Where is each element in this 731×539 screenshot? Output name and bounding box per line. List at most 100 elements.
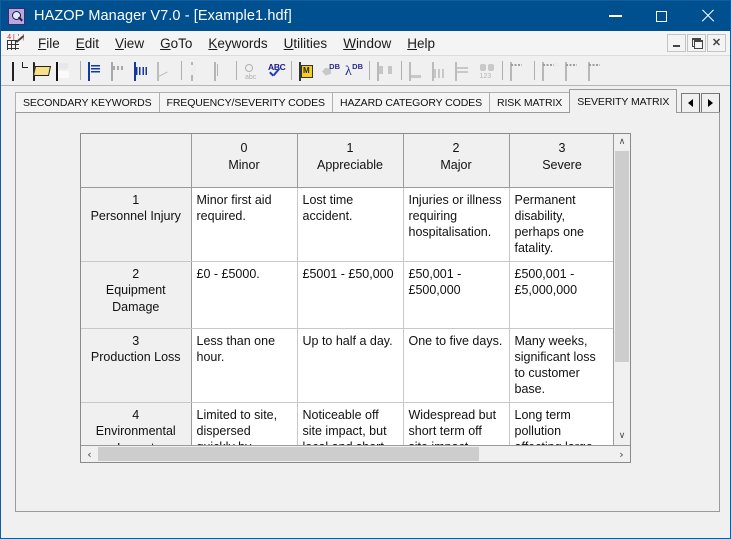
column-header-3[interactable]: 3 Severe <box>509 134 613 188</box>
cell-r2-c3[interactable]: Many weeks, significant loss to customer… <box>509 328 613 403</box>
cell-r3-c0[interactable]: Limited to site, dispersed quickly by na… <box>191 402 298 445</box>
menu-file[interactable]: File <box>30 33 68 54</box>
vertical-scroll-track[interactable] <box>614 151 630 428</box>
cell-r0-c0[interactable]: Minor first aid required. <box>191 187 298 262</box>
cell-r2-c2[interactable]: One to five days. <box>403 328 510 403</box>
horizontal-scrollbar[interactable]: ‹ › <box>81 445 630 462</box>
menu-utilities-mnemonic: U <box>283 35 294 51</box>
range-chart-button <box>452 59 475 82</box>
database-export-button: DB <box>319 59 342 82</box>
maximize-button[interactable] <box>638 1 684 31</box>
column-header-label: Minor <box>228 157 260 172</box>
cell-r1-c0[interactable]: £0 - £5000. <box>191 261 298 329</box>
horizontal-scroll-track[interactable] <box>98 446 613 462</box>
mdi-window-controls: ✕ <box>667 34 726 52</box>
find-button <box>241 59 264 82</box>
table-view-button[interactable] <box>131 59 154 82</box>
bar-chart-icon <box>409 61 411 81</box>
paste-icon <box>214 61 216 81</box>
scroll-up-button[interactable]: ∧ <box>614 134 630 151</box>
tab-risk-matrix[interactable]: RISK MATRIX <box>488 92 571 113</box>
menu-edit-label: dit <box>84 35 100 51</box>
window-vertical-button <box>585 59 608 82</box>
tab-label: SEVERITY MATRIX <box>577 95 670 108</box>
open-file-button[interactable] <box>30 59 53 82</box>
row-header-number: 4 <box>132 407 140 422</box>
table-row: 4 Environmental Impact Limited to site, … <box>81 402 613 445</box>
tab-label: SECONDARY KEYWORDS <box>23 97 152 109</box>
column-header-2[interactable]: 2 Major <box>403 134 510 188</box>
menu-edit[interactable]: Edit <box>68 33 107 54</box>
menu-keywords[interactable]: Keywords <box>200 33 275 54</box>
node-list-button[interactable] <box>85 59 108 82</box>
horizontal-scroll-thumb[interactable] <box>98 447 480 461</box>
cell-r3-c2[interactable]: Widespread but short term off site impac… <box>403 402 510 445</box>
mdi-restore-button[interactable] <box>687 34 706 52</box>
window-cascade-button <box>539 59 562 82</box>
tab-scroll-prev-button[interactable] <box>681 93 700 113</box>
window-horizontal-button <box>562 59 585 82</box>
column-chart-button <box>429 59 452 82</box>
cell-r1-c3[interactable]: £500,001 - £5,000,000 <box>509 261 613 329</box>
cell-r3-c3[interactable]: Long term pollution affecting large area… <box>509 402 613 445</box>
cell-r2-c0[interactable]: Less than one hour. <box>191 328 298 403</box>
row-header-3[interactable]: 4 Environmental Impact <box>81 402 192 445</box>
toolbar-separator <box>534 61 535 80</box>
toolbar: ABC M DB λ DB <box>1 56 730 86</box>
mdi-close-button[interactable]: ✕ <box>707 34 726 52</box>
cell-r3-c1[interactable]: Noticeable off site impact, but local an… <box>297 402 404 445</box>
scroll-left-button[interactable]: ‹ <box>81 446 98 462</box>
tab-severity-matrix[interactable]: SEVERITY MATRIX <box>569 89 678 113</box>
spell-check-button[interactable]: ABC <box>264 59 287 82</box>
save-file-button[interactable] <box>53 59 76 82</box>
cell-r0-c3[interactable]: Permanent disability, perhaps one fatali… <box>509 187 613 262</box>
menu-goto[interactable]: GoTo <box>152 33 200 54</box>
menu-window-label: indow <box>355 35 392 51</box>
new-file-icon <box>12 61 14 81</box>
mdi-minimize-button[interactable] <box>667 34 686 52</box>
row-header-2[interactable]: 3 Production Loss <box>81 328 192 403</box>
tab-scroll-next-button[interactable] <box>701 93 720 113</box>
menu-view[interactable]: View <box>107 33 152 54</box>
table-row: 2 Equipment Damage £0 - £5000. £5001 - £… <box>81 261 613 329</box>
menu-keywords-label: eywords <box>217 35 268 51</box>
menu-window[interactable]: Window <box>335 33 399 54</box>
cell-r1-c2[interactable]: £50,001 - £500,000 <box>403 261 510 329</box>
column-header-1[interactable]: 1 Appreciable <box>297 134 404 188</box>
menu-goto-mnemonic: G <box>160 35 171 51</box>
cell-r1-c1[interactable]: £5001 - £50,000 <box>297 261 404 329</box>
row-header-1[interactable]: 2 Equipment Damage <box>81 261 192 329</box>
menu-help[interactable]: Help <box>399 33 443 54</box>
close-button[interactable] <box>684 1 730 31</box>
report-button[interactable]: M <box>296 59 319 82</box>
tab-frequency-severity-codes[interactable]: FREQUENCY/SEVERITY CODES <box>158 92 333 113</box>
grid-corner-cell[interactable] <box>81 134 192 188</box>
cell-r0-c1[interactable]: Lost time accident. <box>297 187 404 262</box>
toolbar-separator <box>291 61 292 80</box>
row-header-0[interactable]: 1 Personnel Injury <box>81 187 192 262</box>
tab-label: HAZARD CATEGORY CODES <box>339 97 482 109</box>
cell-r0-c2[interactable]: Injuries or illness requiring hospitalis… <box>403 187 510 262</box>
vertical-scroll-thumb[interactable] <box>615 151 629 362</box>
cell-r2-c1[interactable]: Up to half a day. <box>297 328 404 403</box>
column-header-0[interactable]: 0 Minor <box>191 134 298 188</box>
new-file-button[interactable] <box>7 59 30 82</box>
scroll-right-button[interactable]: › <box>613 446 630 462</box>
grid-scroll-viewport: 0 Minor 1 Appreciable 2 Major 3 Severe 1… <box>81 134 613 445</box>
menu-utilities-label: tilities <box>293 35 328 51</box>
menu-utilities[interactable]: Utilities <box>276 33 336 54</box>
scroll-down-button[interactable]: ∨ <box>614 428 630 445</box>
database-lambda-button[interactable]: λ DB <box>342 59 365 82</box>
tab-secondary-keywords[interactable]: SECONDARY KEYWORDS <box>15 92 160 113</box>
document-grid-icon: 4|'|'| <box>6 34 24 52</box>
window-controls <box>592 1 730 31</box>
window-title: HAZOP Manager V7.0 - [Example1.hdf] <box>34 8 292 24</box>
tab-hazard-category-codes[interactable]: HAZARD CATEGORY CODES <box>331 92 490 113</box>
toolbar-separator <box>80 61 81 80</box>
minimize-button[interactable] <box>592 1 638 31</box>
vertical-scrollbar[interactable]: ∧ ∨ <box>613 134 630 445</box>
tab-label: RISK MATRIX <box>496 97 563 109</box>
menu-view-mnemonic: V <box>115 35 124 51</box>
toolbar-separator <box>369 61 370 80</box>
menu-bar: 4|'|'| File Edit View GoTo Keywords Util… <box>1 31 730 56</box>
